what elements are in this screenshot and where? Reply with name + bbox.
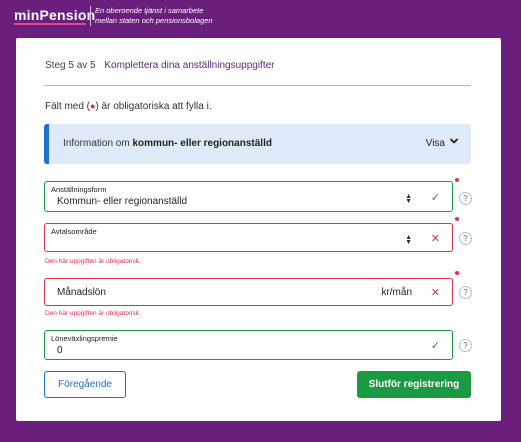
step-divider: [44, 85, 471, 86]
agreement-area-error: Den här uppgiften är obligatorisk.: [45, 258, 141, 265]
required-marker: [455, 178, 459, 182]
registration-card: Steg 5 av 5 Komplettera dina anställning…: [16, 38, 501, 421]
chevron-down-icon[interactable]: [449, 136, 459, 149]
info-text: Information om kommun- eller regionanstä…: [63, 138, 272, 149]
salary-exchange-input[interactable]: Löneväxlingspremie 0 ✓: [44, 330, 453, 360]
required-note-after: ) är obligatoriska att fylla i.: [95, 101, 212, 112]
required-note-before: Fält med (: [45, 101, 91, 112]
salary-exchange-label: Löneväxlingspremie: [51, 334, 118, 343]
error-x-icon: ✕: [430, 287, 440, 299]
select-arrows-icon: ▲ ▼: [405, 193, 412, 205]
help-icon[interactable]: ?: [459, 192, 472, 205]
select-arrows-icon: ▲ ▼: [405, 234, 412, 246]
top-bar: minPension En oberoende tjänst i samarbe…: [0, 0, 521, 34]
tagline-line1: En oberoende tjänst i samarbete: [95, 6, 204, 15]
monthly-salary-placeholder: Månadslön: [57, 287, 106, 298]
required-fields-note: Fält med (●) är obligatoriska att fylla …: [45, 101, 212, 112]
monthly-salary-error: Den här uppgiften är obligatorisk.: [45, 310, 141, 317]
agreement-area-label: Avtalsområde: [51, 227, 97, 236]
monthly-salary-unit: kr/mån: [381, 287, 412, 298]
step-count: Steg 5 av 5: [45, 60, 96, 71]
salary-exchange-value: 0: [57, 345, 63, 356]
minpension-logo[interactable]: minPension: [14, 7, 95, 23]
employment-form-label: Anställningsform: [51, 185, 107, 194]
tagline-line2: mellan staten och pensionsbolagen: [95, 16, 213, 25]
logo-divider: [90, 6, 91, 26]
error-x-icon: ✕: [430, 233, 440, 245]
check-icon: ✓: [430, 192, 440, 204]
check-icon: ✓: [430, 340, 440, 352]
employment-form-value: Kommun- eller regionanställd: [57, 196, 188, 207]
info-bold: kommun- eller regionanställd: [132, 138, 272, 149]
info-prefix: Information om: [63, 138, 133, 149]
info-panel[interactable]: Information om kommun- eller regionanstä…: [44, 124, 471, 164]
previous-button[interactable]: Föregående: [44, 371, 126, 398]
logo-underline: [14, 23, 86, 25]
help-icon[interactable]: ?: [459, 339, 472, 352]
agreement-area-select[interactable]: Avtalsområde ▲ ▼ ✕: [44, 223, 453, 252]
step-title: Komplettera dina anställningsuppgifter: [104, 60, 275, 71]
help-icon[interactable]: ?: [459, 286, 472, 299]
show-toggle-label[interactable]: Visa: [426, 138, 445, 149]
help-icon[interactable]: ?: [459, 232, 472, 245]
monthly-salary-input[interactable]: Månadslön kr/mån ✕: [44, 278, 453, 306]
employment-form-select[interactable]: Anställningsform Kommun- eller regionans…: [44, 181, 453, 212]
finish-registration-button[interactable]: Slutför registrering: [357, 371, 471, 398]
tagline: En oberoende tjänst i samarbete mellan s…: [95, 6, 213, 26]
required-marker: [455, 217, 459, 221]
step-header: Steg 5 av 5 Komplettera dina anställning…: [45, 60, 274, 71]
required-marker: [455, 271, 459, 275]
